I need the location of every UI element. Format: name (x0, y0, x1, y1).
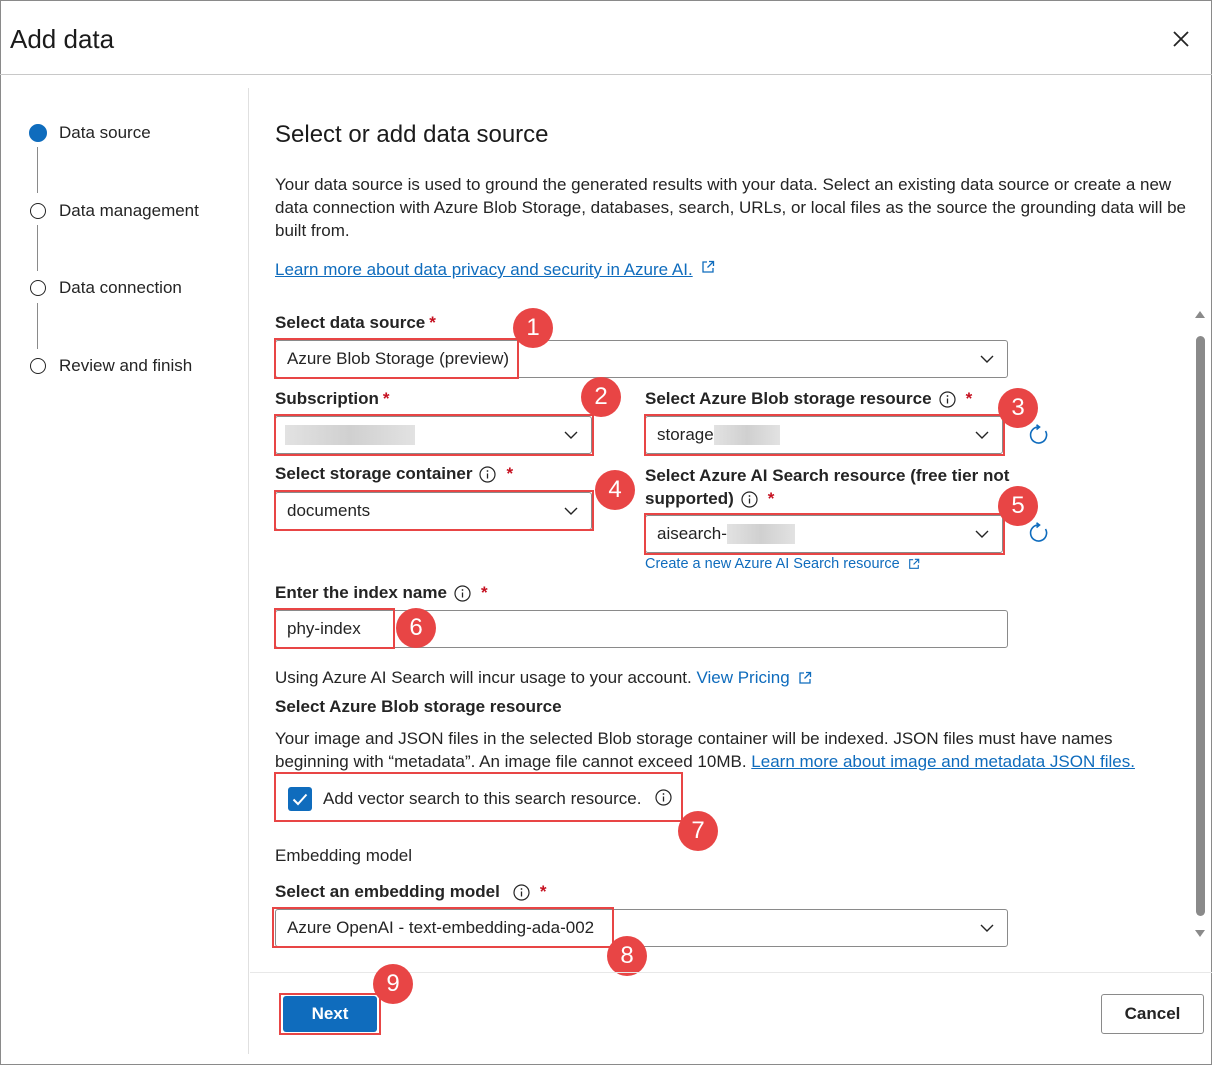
scroll-up-arrow-icon[interactable] (1194, 309, 1206, 319)
step-connector (37, 303, 38, 349)
metadata-json-link[interactable]: Learn more about image and metadata JSON… (751, 752, 1135, 771)
step-label: Data source (59, 123, 151, 142)
refresh-icon[interactable] (1028, 522, 1050, 544)
step-review-finish[interactable]: Review and finish (30, 356, 192, 376)
vector-search-label[interactable]: Add vector search to this search resourc… (323, 789, 641, 809)
step-data-source[interactable]: Data source (29, 123, 151, 143)
sidebar-divider (248, 88, 249, 1054)
header-divider (0, 74, 1212, 75)
container-dropdown[interactable]: documents (275, 492, 592, 530)
container-label: Select storage container * (275, 464, 514, 483)
scrollbar-thumb[interactable] (1196, 336, 1205, 916)
data-source-label: Select data source * (275, 313, 436, 332)
step-connector (37, 225, 38, 271)
scroll-down-arrow-icon[interactable] (1194, 929, 1206, 939)
step-data-management[interactable]: Data management (30, 201, 199, 221)
index-name-label: Enter the index name * (275, 583, 488, 602)
step-connector (37, 147, 38, 193)
blob-resource-label: Select Azure Blob storage resource * (645, 389, 973, 408)
blob-resource-dropdown[interactable]: storage (645, 416, 1003, 454)
search-resource-value: aisearch- (657, 524, 727, 543)
info-icon[interactable] (513, 884, 530, 901)
view-pricing-link[interactable]: View Pricing (696, 668, 789, 687)
subscription-dropdown[interactable] (275, 416, 592, 454)
info-icon[interactable] (741, 491, 758, 508)
step-active-dot-icon (29, 124, 47, 142)
annotation-badge-3: 3 (998, 388, 1038, 428)
search-resource-redacted (726, 524, 795, 544)
step-dot-icon (30, 280, 46, 296)
embedding-model-label: Select an embedding model * (275, 882, 547, 901)
blob-section-title: Select Azure Blob storage resource (275, 697, 562, 716)
usage-note: Using Azure AI Search will incur usage t… (275, 668, 812, 688)
external-link-icon (702, 260, 715, 273)
blob-section-text: Your image and JSON files in the selecte… (275, 729, 1135, 771)
external-link-icon (799, 671, 812, 684)
page-description: Your data source is used to ground the g… (275, 175, 1186, 240)
refresh-icon[interactable] (1028, 424, 1050, 446)
annotation-badge-9: 9 (373, 964, 413, 1004)
index-name-input[interactable]: phy-index (275, 610, 1008, 648)
subscription-label: Subscription * (275, 389, 390, 408)
annotation-badge-2: 2 (581, 377, 621, 417)
chevron-down-icon (564, 507, 578, 515)
page-title: Select or add data source (275, 121, 549, 148)
container-value: documents (287, 501, 371, 520)
chevron-down-icon (975, 431, 989, 439)
annotation-badge-6: 6 (396, 608, 436, 648)
annotation-badge-1: 1 (513, 308, 553, 348)
next-button[interactable]: Next (283, 996, 377, 1032)
blob-resource-redacted (713, 425, 780, 445)
step-label: Data management (59, 201, 199, 220)
data-source-dropdown[interactable]: Azure Blob Storage (preview) (275, 340, 1008, 378)
checkmark-icon (292, 793, 308, 805)
step-dot-icon (30, 358, 46, 374)
external-link-icon (908, 558, 920, 569)
annotation-badge-5: 5 (998, 486, 1038, 526)
dialog-title: Add data (10, 24, 115, 54)
info-icon[interactable] (655, 789, 672, 806)
annotation-badge-4: 4 (595, 470, 635, 510)
search-resource-dropdown[interactable]: aisearch- (645, 515, 1003, 553)
annotation-badge-8: 8 (607, 936, 647, 976)
chevron-down-icon (980, 355, 994, 363)
cancel-button[interactable]: Cancel (1101, 994, 1204, 1034)
subscription-redacted-value (285, 425, 415, 445)
blob-resource-value: storage (657, 425, 714, 444)
step-dot-icon (30, 203, 46, 219)
embedding-section-title: Embedding model (275, 846, 413, 865)
step-label: Data connection (59, 278, 182, 297)
close-icon[interactable] (1168, 26, 1194, 52)
vector-search-checkbox[interactable] (288, 787, 312, 811)
info-icon[interactable] (938, 391, 956, 408)
index-name-value: phy-index (287, 619, 361, 638)
embedding-model-value: Azure OpenAI - text-embedding-ada-002 (287, 918, 595, 937)
chevron-down-icon (980, 924, 994, 932)
step-label: Review and finish (59, 356, 193, 375)
privacy-link-row[interactable]: Learn more about data privacy and securi… (275, 260, 715, 280)
privacy-link[interactable]: Learn more about data privacy and securi… (275, 260, 693, 279)
chevron-down-icon (564, 431, 578, 439)
search-resource-label: Select Azure AI Search resource (free ti… (645, 466, 1010, 508)
create-search-resource-link[interactable]: Create a new Azure AI Search resource (645, 556, 920, 572)
annotation-badge-7: 7 (678, 811, 718, 851)
info-icon[interactable] (479, 466, 497, 483)
data-source-value: Azure Blob Storage (preview) (287, 349, 510, 368)
info-icon[interactable] (454, 585, 471, 602)
chevron-down-icon (975, 530, 989, 538)
step-data-connection[interactable]: Data connection (30, 278, 182, 298)
